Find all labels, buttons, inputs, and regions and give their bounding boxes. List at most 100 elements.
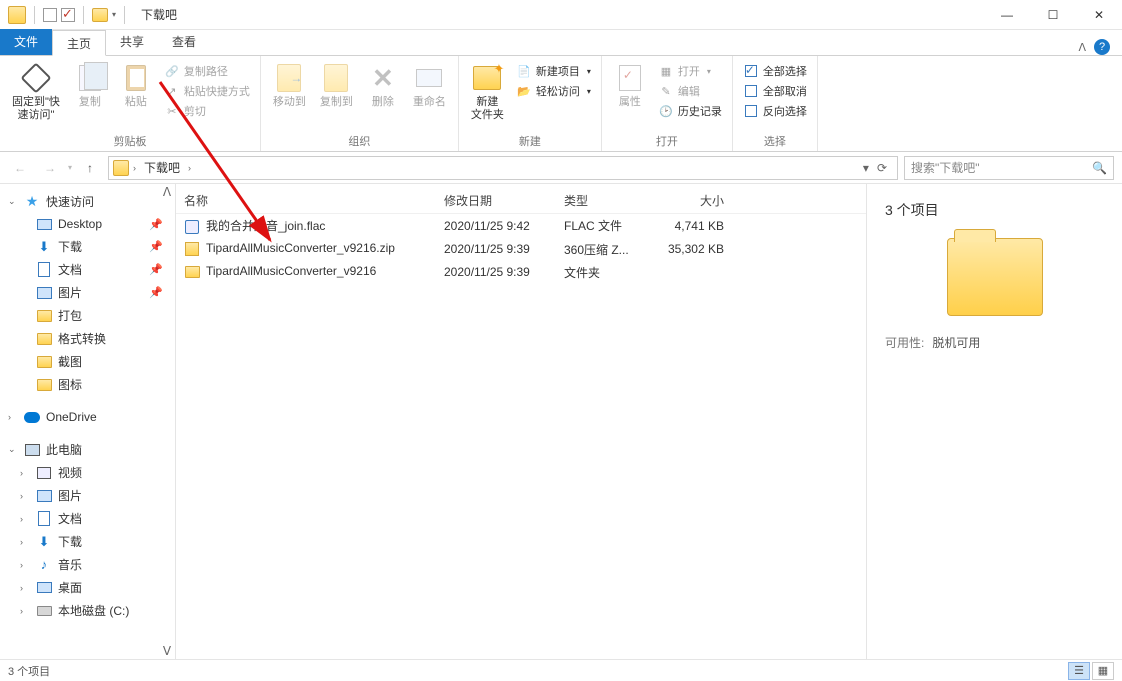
breadcrumb-segment[interactable]: 下载吧 bbox=[140, 159, 184, 176]
col-size[interactable]: 大小 bbox=[654, 192, 734, 209]
tab-view[interactable]: 查看 bbox=[158, 29, 210, 55]
qat-item-1[interactable] bbox=[43, 8, 57, 22]
minimize-button[interactable]: — bbox=[984, 0, 1030, 30]
doc-icon bbox=[36, 262, 52, 278]
nav-recent-dropdown[interactable]: ▾ bbox=[68, 163, 72, 172]
sidebar-item[interactable]: 打包 bbox=[0, 304, 175, 327]
sidebar-item[interactable]: ›⬇下载 bbox=[0, 530, 175, 553]
col-type[interactable]: 类型 bbox=[564, 192, 654, 209]
folder-icon bbox=[184, 264, 200, 280]
dropdown-icon[interactable]: ▾ bbox=[863, 161, 869, 175]
nav-back-button[interactable]: ← bbox=[8, 156, 32, 180]
sidebar-onedrive[interactable]: ›OneDrive bbox=[0, 406, 175, 428]
expand-icon[interactable]: ⌄ bbox=[8, 444, 18, 455]
qat-item-2[interactable] bbox=[61, 8, 75, 22]
nav-up-button[interactable]: ↑ bbox=[78, 156, 102, 180]
pin-to-quick-access-button[interactable]: 固定到"快 速访问" bbox=[6, 60, 66, 124]
move-to-button[interactable]: 移动到 bbox=[267, 60, 312, 111]
sidebar-item[interactable]: 图片📌 bbox=[0, 281, 175, 304]
desktop-icon bbox=[36, 216, 52, 232]
refresh-icon[interactable]: ⟳ bbox=[877, 161, 887, 175]
properties-label: 属性 bbox=[619, 96, 641, 109]
view-details-button[interactable]: ☰ bbox=[1068, 662, 1090, 680]
help-icon[interactable]: ? bbox=[1094, 39, 1110, 55]
sidebar-item[interactable]: 文档📌 bbox=[0, 258, 175, 281]
history-button[interactable]: 🕑历史记录 bbox=[654, 102, 726, 120]
expand-icon[interactable]: › bbox=[20, 583, 30, 593]
expand-icon[interactable]: › bbox=[8, 412, 18, 422]
easy-access-label: 轻松访问 bbox=[536, 83, 580, 99]
expand-icon[interactable]: › bbox=[20, 468, 30, 478]
new-folder-button[interactable]: 新建 文件夹 bbox=[465, 60, 510, 124]
sidebar-quick-access[interactable]: ⌄★快速访问 bbox=[0, 190, 175, 213]
pin-label: 固定到"快 速访问" bbox=[12, 96, 60, 122]
paste-button[interactable]: 粘贴 bbox=[114, 60, 158, 111]
chevron-right-icon[interactable]: › bbox=[133, 163, 136, 173]
edit-button[interactable]: ✎编辑 bbox=[654, 82, 726, 100]
new-item-button[interactable]: 📄新建项目▾ bbox=[512, 62, 595, 80]
sidebar-item[interactable]: ⬇下载📌 bbox=[0, 235, 175, 258]
open-button[interactable]: ▦打开▾ bbox=[654, 62, 726, 80]
qat-dropdown-icon[interactable]: ▾ bbox=[112, 10, 116, 19]
sidebar-item[interactable]: ›♪音乐 bbox=[0, 553, 175, 576]
select-none-button[interactable]: 全部取消 bbox=[739, 82, 811, 100]
sidebar-scroll-down[interactable]: ᐯ bbox=[159, 643, 175, 659]
col-name[interactable]: 名称 bbox=[184, 192, 444, 209]
sidebar-item[interactable]: ›视频 bbox=[0, 461, 175, 484]
cut-button[interactable]: ✂剪切 bbox=[160, 102, 254, 120]
expand-icon[interactable]: › bbox=[20, 514, 30, 524]
sidebar-item[interactable]: 格式转换 bbox=[0, 327, 175, 350]
chevron-right-icon[interactable]: › bbox=[188, 163, 191, 173]
sidebar-item-label: 下载 bbox=[58, 533, 82, 550]
file-row[interactable]: TipardAllMusicConverter_v9216.zip 2020/1… bbox=[176, 238, 866, 261]
paste-shortcut-button[interactable]: ↗粘贴快捷方式 bbox=[160, 82, 254, 100]
maximize-button[interactable]: ☐ bbox=[1030, 0, 1076, 30]
invert-selection-button[interactable]: 反向选择 bbox=[739, 102, 811, 120]
sidebar-item[interactable]: ›文档 bbox=[0, 507, 175, 530]
sidebar-item[interactable]: 截图 bbox=[0, 350, 175, 373]
file-name: TipardAllMusicConverter_v9216 bbox=[206, 265, 376, 279]
properties-button[interactable]: 属性 bbox=[608, 60, 652, 111]
col-date[interactable]: 修改日期 bbox=[444, 192, 564, 209]
sidebar-item-label: 本地磁盘 (C:) bbox=[58, 602, 129, 619]
sidebar-item[interactable]: › 本地磁盘 (C:) bbox=[0, 599, 175, 622]
nav-forward-button[interactable]: → bbox=[38, 156, 62, 180]
expand-icon[interactable]: › bbox=[20, 606, 30, 616]
close-button[interactable]: ✕ bbox=[1076, 0, 1122, 30]
sidebar-item-label: 图标 bbox=[58, 376, 82, 393]
easy-access-button[interactable]: 📂轻松访问▾ bbox=[512, 82, 595, 100]
ribbon-collapse-icon[interactable]: ᐱ bbox=[1078, 41, 1086, 54]
copy-to-button[interactable]: 复制到 bbox=[314, 60, 359, 111]
search-box[interactable]: 搜索"下载吧" 🔍 bbox=[904, 156, 1114, 180]
tab-share[interactable]: 共享 bbox=[106, 29, 158, 55]
view-large-icons-button[interactable]: ▦ bbox=[1092, 662, 1114, 680]
expand-icon[interactable]: › bbox=[20, 491, 30, 501]
file-date: 2020/11/25 9:39 bbox=[444, 242, 564, 256]
sidebar-item[interactable]: 图标 bbox=[0, 373, 175, 396]
sidebar-item-label: 格式转换 bbox=[58, 330, 106, 347]
folder-preview-icon bbox=[947, 238, 1043, 316]
rename-button[interactable]: 重命名 bbox=[407, 60, 452, 111]
quick-access-toolbar: ▾ bbox=[0, 6, 129, 24]
sidebar-item[interactable]: ›图片 bbox=[0, 484, 175, 507]
delete-button[interactable]: ✕删除 bbox=[361, 60, 405, 111]
rename-icon bbox=[416, 69, 442, 87]
expand-icon[interactable]: › bbox=[20, 537, 30, 547]
expand-icon[interactable]: ⌄ bbox=[8, 196, 18, 207]
copy-button[interactable]: 复制 bbox=[68, 60, 112, 111]
group-select: 全部选择 全部取消 反向选择 选择 bbox=[733, 56, 818, 151]
sidebar-this-pc[interactable]: ⌄此电脑 bbox=[0, 438, 175, 461]
sidebar-item[interactable]: ›桌面 bbox=[0, 576, 175, 599]
tab-file[interactable]: 文件 bbox=[0, 29, 52, 55]
file-row[interactable]: 我的合并声音_join.flac 2020/11/25 9:42 FLAC 文件… bbox=[176, 214, 866, 238]
breadcrumb[interactable]: › 下载吧 › ▾ ⟳ bbox=[108, 156, 898, 180]
file-row[interactable]: TipardAllMusicConverter_v9216 2020/11/25… bbox=[176, 261, 866, 284]
sidebar-item[interactable]: Desktop📌 bbox=[0, 213, 175, 235]
sidebar-scroll-up[interactable]: ᐱ bbox=[159, 184, 175, 200]
copy-path-button[interactable]: 🔗复制路径 bbox=[160, 62, 254, 80]
select-all-button[interactable]: 全部选择 bbox=[739, 62, 811, 80]
tab-home[interactable]: 主页 bbox=[52, 30, 106, 56]
expand-icon[interactable]: › bbox=[20, 560, 30, 570]
sidebar-label: 快速访问 bbox=[46, 193, 94, 210]
folder-icon bbox=[36, 377, 52, 393]
